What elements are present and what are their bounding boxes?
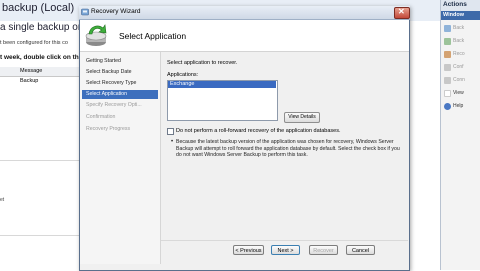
step-select-recovery-type[interactable]: Select Recovery Type (82, 79, 158, 88)
step-specify-recovery-options: Specify Recovery Opti... (86, 102, 142, 108)
recover-icon (444, 51, 451, 58)
step-getting-started[interactable]: Getting Started (82, 57, 158, 66)
actions-section-label: Window (443, 12, 465, 18)
console-message: t been configured for this co (0, 40, 68, 46)
action-label: Back (453, 38, 465, 44)
previous-button[interactable]: < Previous (233, 245, 264, 255)
close-icon: ✕ (398, 7, 405, 16)
next-button[interactable]: Next > (271, 245, 300, 255)
page-title: Select Application (119, 31, 187, 41)
action-backup-schedule[interactable]: Back (444, 24, 480, 34)
action-view[interactable]: View (444, 89, 480, 99)
recover-button: Recover (309, 245, 338, 255)
applications-label: Applications: (167, 72, 199, 78)
backup-schedule-icon (444, 25, 451, 32)
action-label: Conf (453, 64, 464, 70)
view-details-button[interactable]: View Details (284, 112, 320, 123)
action-label: Conn (453, 77, 465, 83)
list-item[interactable]: Exchange (168, 81, 276, 88)
action-label: View (453, 90, 464, 96)
action-help[interactable]: Help (444, 102, 480, 112)
action-recover[interactable]: Reco (444, 50, 480, 60)
step-select-backup-date[interactable]: Select Backup Date (82, 68, 158, 77)
action-label: Back (453, 25, 465, 31)
console-title: backup (Local) (2, 2, 75, 14)
roll-forward-note: Because the latest backup version of the… (176, 139, 400, 158)
divider (0, 160, 80, 161)
step-select-application[interactable]: Select Application (82, 90, 158, 99)
backup-once-icon (444, 38, 451, 45)
view-icon (444, 90, 451, 97)
divider (0, 235, 80, 236)
step-confirmation: Confirmation (86, 114, 116, 120)
action-label: Reco (453, 51, 465, 57)
action-label: Help (453, 103, 464, 109)
action-backup-once[interactable]: Back (444, 37, 480, 47)
action-connect[interactable]: Conn (444, 76, 480, 86)
roll-forward-checkbox[interactable] (167, 128, 174, 135)
actions-title: Actions (443, 1, 467, 8)
recovery-drive-icon (85, 24, 107, 46)
bullet-icon: • (171, 139, 174, 145)
messages-grid-cell[interactable]: Backup (20, 78, 38, 84)
console-text-fragment: et (0, 197, 5, 203)
action-configure[interactable]: Conf (444, 63, 480, 73)
cancel-button[interactable]: Cancel (346, 245, 375, 255)
step-recovery-progress: Recovery Progress (86, 126, 131, 132)
dialog-title: Recovery Wizard (91, 8, 141, 15)
console-instruction: t week, double click on the (0, 54, 83, 61)
wizard-app-icon (81, 8, 89, 16)
configure-icon (444, 64, 451, 71)
connect-icon (444, 77, 451, 84)
column-header-message[interactable]: Message (20, 68, 42, 74)
button-separator (161, 240, 408, 241)
instruction-label: Select application to recover. (167, 60, 238, 66)
roll-forward-checkbox-label[interactable]: Do not perform a roll-forward recovery o… (176, 128, 340, 134)
help-icon (444, 103, 451, 110)
